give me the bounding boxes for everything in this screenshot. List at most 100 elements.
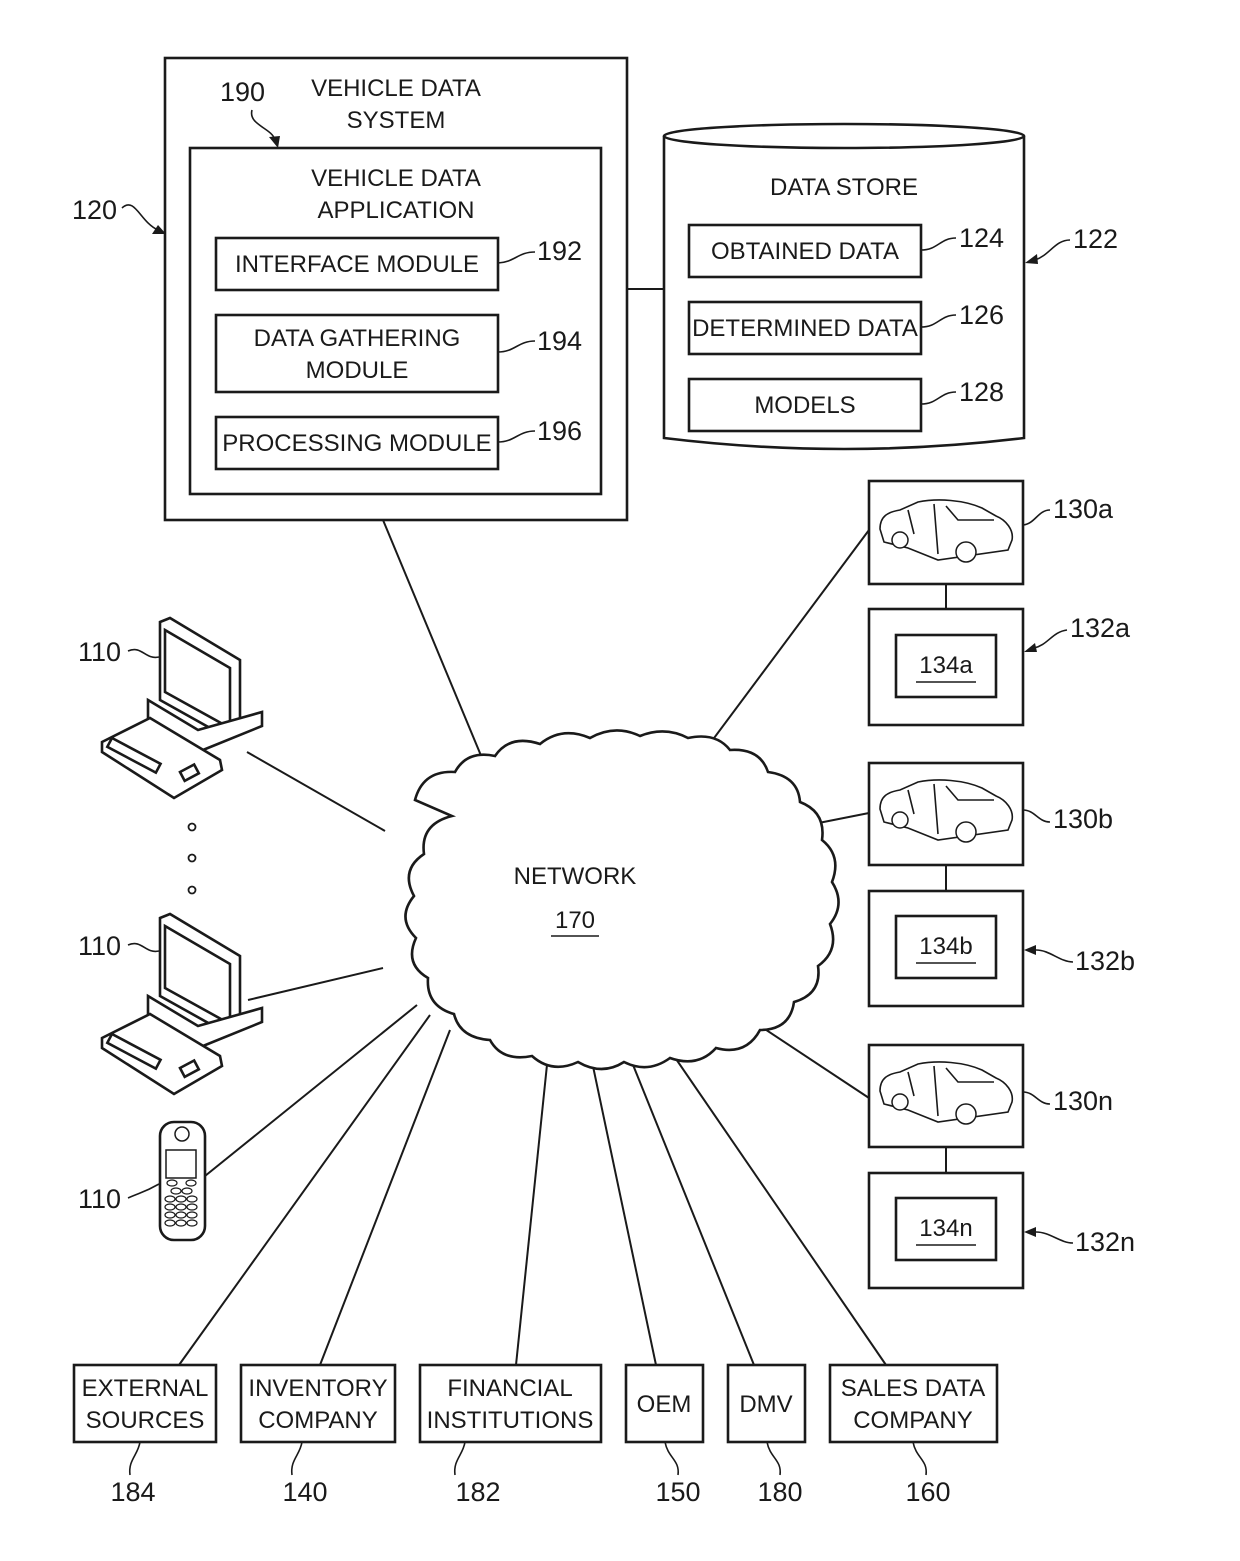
arrow-icon-132n — [1024, 1227, 1036, 1237]
leader-130a — [1022, 509, 1051, 526]
financial-institutions-label-line1: FINANCIAL — [447, 1375, 572, 1402]
sales-data-company-label-line2: COMPANY — [853, 1407, 973, 1434]
ellipsis-dot-icon — [187, 822, 197, 832]
arrow-icon-132b — [1024, 945, 1036, 955]
leader-110-c — [127, 1183, 160, 1199]
ref-label-140: 140 — [282, 1477, 327, 1507]
ref-label-126: 126 — [959, 300, 1004, 330]
vehicle-b-box — [867, 761, 1025, 867]
network: NETWORK 170 — [404, 729, 840, 1071]
vehicle-group-b: 130b 134b 132b — [867, 761, 1135, 1008]
vehicle-group-a: 130a 134a 132a — [867, 479, 1131, 727]
ref-label-130n: 130n — [1053, 1086, 1113, 1116]
ref-label-132b: 132b — [1075, 946, 1135, 976]
leader-132a — [1033, 629, 1068, 649]
ref-label-150: 150 — [655, 1477, 700, 1507]
entity-dmv: DMV 180 — [726, 1363, 807, 1507]
user-device-computer-1: 110 — [78, 616, 264, 800]
leader-110-b — [127, 942, 160, 953]
entity-external-sources: EXTERNAL SOURCES 184 — [72, 1363, 218, 1507]
ref-label-110-a: 110 — [78, 637, 121, 667]
network-label: NETWORK — [514, 863, 637, 890]
desktop-computer-icon — [100, 616, 264, 800]
system-to-network-line — [382, 519, 488, 771]
leader-160 — [912, 1441, 927, 1476]
leader-184 — [128, 1441, 141, 1476]
vehicle-data-system-title-line2: SYSTEM — [347, 107, 446, 134]
inventory-company-label-line1: INVENTORY — [248, 1375, 387, 1402]
leader-132b — [1035, 949, 1074, 963]
more-devices-ellipsis — [187, 822, 197, 895]
inventory-to-network-line — [319, 1029, 451, 1366]
component-ref-134b: 134b — [919, 933, 972, 960]
leader-130n — [1022, 1091, 1051, 1105]
system-diagram: VEHICLE DATA SYSTEM 120 VEHICLE DATA APP… — [72, 56, 1135, 1507]
ref-label-120: 120 — [72, 195, 117, 225]
leader-180 — [766, 1441, 781, 1476]
models-label: MODELS — [754, 392, 855, 419]
vehicle-data-application-title-line1: VEHICLE DATA — [311, 165, 481, 192]
ref-label-196: 196 — [537, 416, 582, 446]
leader-110-a — [127, 648, 160, 659]
vehicle-a-box — [867, 479, 1025, 586]
user-device-computer-2: 110 — [78, 912, 264, 1096]
ellipsis-dot-icon — [187, 885, 197, 895]
processing-module-label: PROCESSING MODULE — [222, 430, 491, 457]
leader-120 — [121, 204, 159, 231]
ref-label-180: 180 — [757, 1477, 802, 1507]
mobile-phone-icon — [158, 1120, 207, 1242]
vehicle-n-box — [867, 1043, 1025, 1149]
arrow-icon-132a — [1024, 643, 1037, 652]
ref-label-110-b: 110 — [78, 931, 121, 961]
entity-oem: OEM 150 — [624, 1363, 705, 1507]
entity-financial-institutions: FINANCIAL INSTITUTIONS 182 — [418, 1363, 603, 1507]
oem-label: OEM — [637, 1391, 692, 1418]
external-sources-label-line1: EXTERNAL — [82, 1375, 209, 1402]
ref-label-128: 128 — [959, 377, 1004, 407]
interface-module-label: INTERFACE MODULE — [235, 251, 479, 278]
ref-label-122: 122 — [1073, 224, 1118, 254]
ref-label-130a: 130a — [1053, 494, 1114, 524]
vehicle-a-to-network-line — [687, 529, 870, 774]
ref-label-130b: 130b — [1053, 804, 1113, 834]
computer1-to-network-line — [246, 751, 386, 832]
leader-150 — [664, 1441, 679, 1476]
ref-label-132n: 132n — [1075, 1227, 1135, 1257]
network-cloud-icon — [404, 729, 840, 1071]
determined-data-label: DETERMINED DATA — [692, 315, 918, 342]
leader-140 — [290, 1441, 303, 1476]
leader-182 — [453, 1441, 466, 1476]
financial-to-network-line — [515, 1054, 549, 1366]
desktop-computer-icon — [100, 912, 264, 1096]
financial-institutions-label-line2: INSTITUTIONS — [427, 1407, 594, 1434]
arrow-icon-122 — [1025, 254, 1038, 264]
data-store-title: DATA STORE — [770, 174, 918, 201]
vehicle-data-system-title-line1: VEHICLE DATA — [311, 75, 481, 102]
ref-label-184: 184 — [110, 1477, 155, 1507]
inventory-company-label-line2: COMPANY — [258, 1407, 378, 1434]
ref-label-194: 194 — [537, 326, 582, 356]
ellipsis-dot-icon — [187, 853, 197, 863]
ref-label-110-c: 110 — [78, 1184, 121, 1214]
leader-132n — [1035, 1231, 1074, 1244]
leader-130b — [1022, 809, 1051, 823]
data-store-cylinder-top — [662, 122, 1026, 150]
ref-label-132a: 132a — [1070, 613, 1131, 643]
ref-label-124: 124 — [959, 223, 1004, 253]
network-ref: 170 — [555, 907, 595, 934]
external-sources-label-line2: SOURCES — [86, 1407, 205, 1434]
obtained-data-label: OBTAINED DATA — [711, 238, 899, 265]
data-gathering-module-label-line2: MODULE — [306, 357, 409, 384]
ref-label-192: 192 — [537, 236, 582, 266]
vehicle-data-system: VEHICLE DATA SYSTEM 120 VEHICLE DATA APP… — [72, 56, 629, 522]
ref-label-190: 190 — [220, 77, 265, 107]
component-ref-134a: 134a — [919, 652, 973, 679]
dmv-to-network-line — [624, 1044, 755, 1366]
ref-label-182: 182 — [455, 1477, 500, 1507]
ref-label-160: 160 — [905, 1477, 950, 1507]
data-gathering-module-label-line1: DATA GATHERING — [254, 325, 461, 352]
computer2-to-network-line — [247, 967, 384, 1001]
user-device-phone: 110 — [78, 1120, 207, 1242]
data-store: DATA STORE 122 OBTAINED DATA 124 DETERMI… — [662, 122, 1118, 451]
sales-data-company-label-line1: SALES DATA — [841, 1375, 986, 1402]
